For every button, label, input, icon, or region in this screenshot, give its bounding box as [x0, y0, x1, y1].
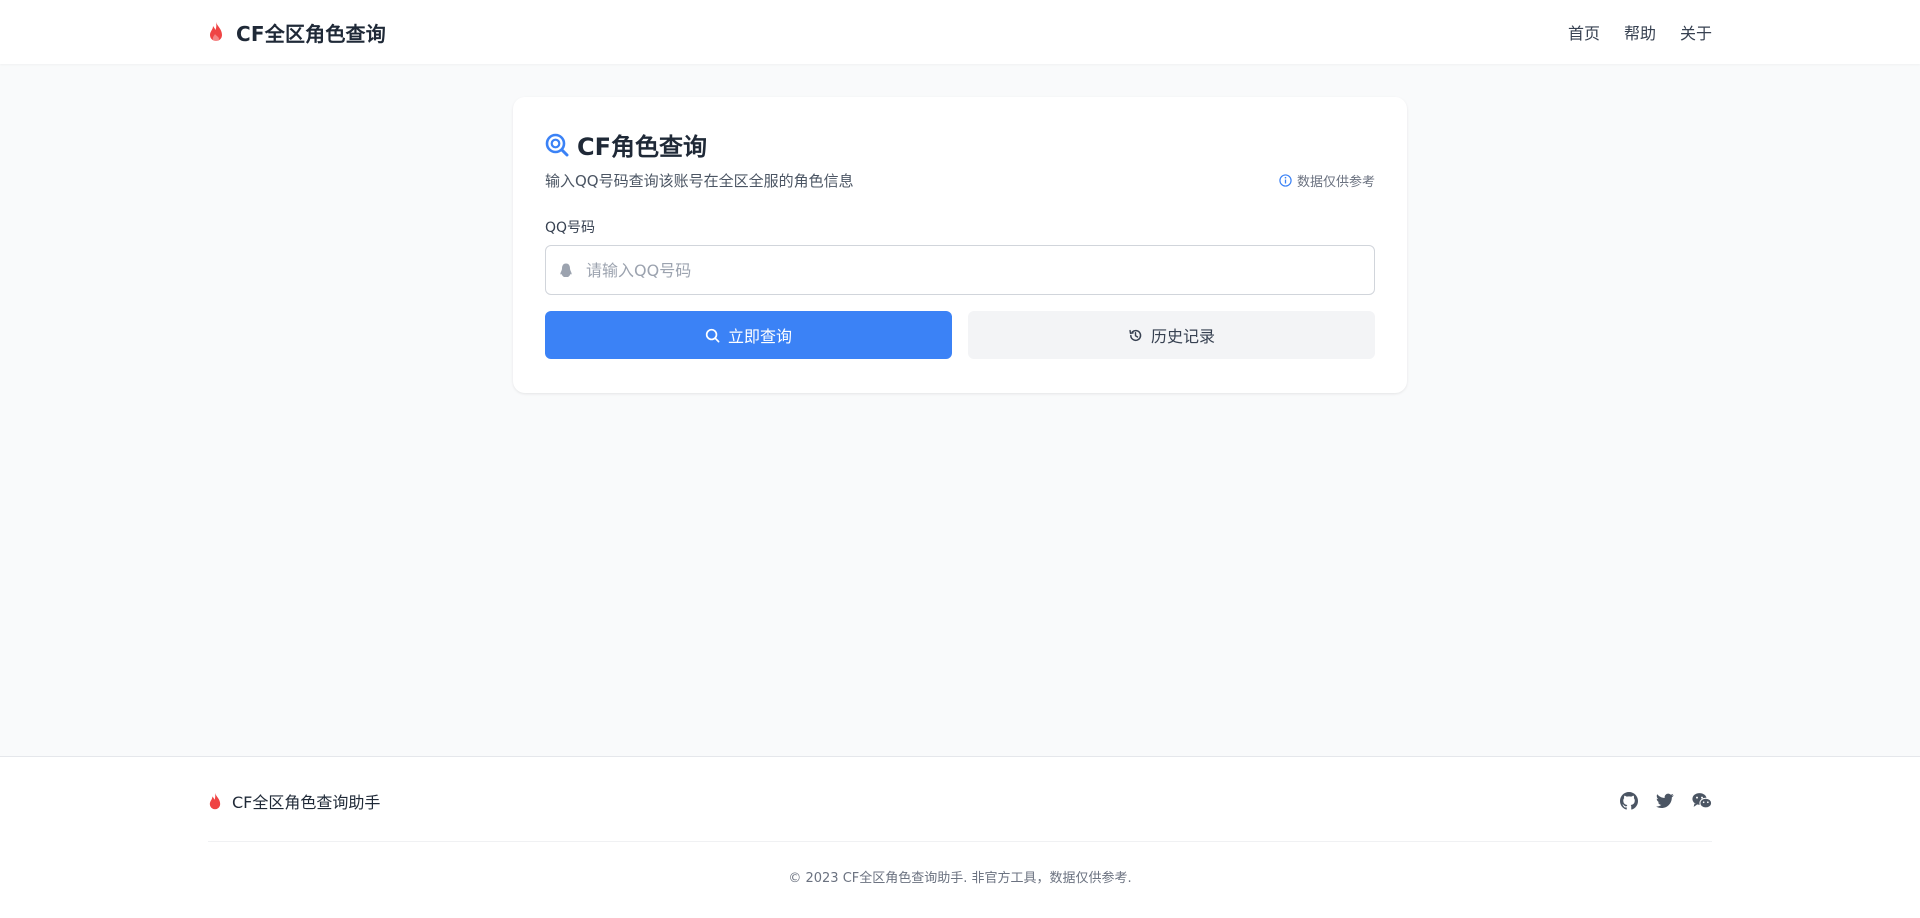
- wechat-icon[interactable]: [1692, 792, 1712, 810]
- disclaimer-note: 数据仅供参考: [1279, 171, 1375, 190]
- nav-about-link[interactable]: 关于: [1680, 20, 1712, 44]
- card-subtitle: 输入QQ号码查询该账号在全区全服的角色信息: [545, 172, 854, 190]
- social-links: [1620, 792, 1712, 810]
- brand-title: CF全区角色查询: [236, 21, 386, 46]
- fire-icon: [208, 792, 222, 811]
- nav-help-link[interactable]: 帮助: [1624, 20, 1656, 44]
- top-navbar: CF全区角色查询 首页 帮助 关于: [0, 0, 1920, 64]
- history-button[interactable]: 历史记录: [968, 311, 1375, 359]
- qq-field-label: QQ号码: [545, 220, 596, 236]
- footer-top: CF全区角色查询助手: [208, 781, 1712, 821]
- search-icon: [705, 328, 720, 343]
- footer-brand: CF全区角色查询助手: [208, 789, 380, 813]
- page-footer: CF全区角色查询助手 © 2023 CF全区角色查询助手. 非官方工具，数据仅供…: [0, 756, 1920, 918]
- copyright-text: © 2023 CF全区角色查询助手. 非官方工具，数据仅供参考.: [788, 871, 1132, 886]
- qq-number-input[interactable]: [586, 260, 1346, 280]
- nav-home-link[interactable]: 首页: [1568, 20, 1600, 44]
- query-card: CF角色查询 输入QQ号码查询该账号在全区全服的角色信息 数据仅供参考 QQ号码: [513, 97, 1407, 393]
- history-button-label: 历史记录: [1150, 327, 1215, 346]
- query-button[interactable]: 立即查询: [545, 311, 952, 359]
- qq-input-wrapper[interactable]: [545, 245, 1375, 295]
- disclaimer-text: 数据仅供参考: [1296, 175, 1375, 190]
- card-subtitle-row: 输入QQ号码查询该账号在全区全服的角色信息 数据仅供参考: [545, 170, 1375, 191]
- fire-icon: [208, 21, 224, 43]
- github-icon[interactable]: [1620, 792, 1638, 810]
- query-button-label: 立即查询: [727, 327, 792, 346]
- qq-penguin-icon: [560, 263, 572, 278]
- footer-brand-title: CF全区角色查询助手: [232, 793, 381, 812]
- card-title: CF角色查询: [577, 133, 708, 161]
- brand[interactable]: CF全区角色查询: [208, 18, 386, 47]
- history-icon: [1128, 328, 1143, 343]
- card-header: CF角色查询: [545, 127, 707, 162]
- twitter-icon[interactable]: [1656, 793, 1674, 809]
- footer-divider: [208, 841, 1712, 842]
- search-circle-icon: [545, 133, 569, 157]
- main-nav: 首页 帮助 关于: [1568, 20, 1712, 44]
- navbar-inner: CF全区角色查询 首页 帮助 关于: [208, 0, 1712, 64]
- info-icon: [1279, 174, 1292, 187]
